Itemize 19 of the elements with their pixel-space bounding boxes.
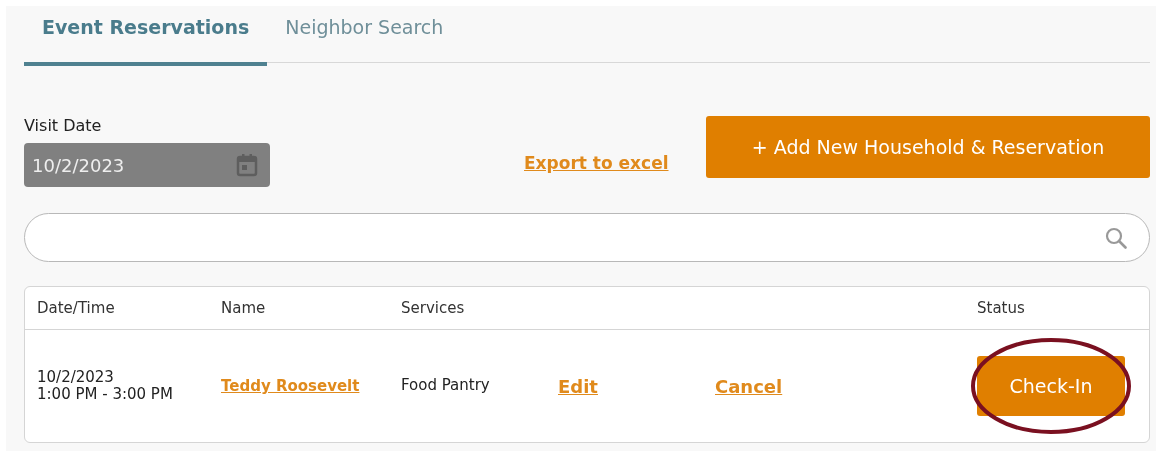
- check-in-button[interactable]: Check-In: [977, 356, 1125, 416]
- export-link[interactable]: Export to excel: [524, 153, 669, 173]
- search-icon: [1105, 226, 1127, 249]
- table-cell-text: 10/2/2023 1:00 PM - 3:00 PM: [37, 368, 174, 404]
- name-link[interactable]: Teddy Roosevelt: [221, 377, 360, 395]
- tab[interactable]: Event Reservations: [24, 6, 268, 66]
- cancel-link[interactable]: Cancel: [715, 375, 783, 397]
- table-cell-text: Food Pantry: [401, 377, 491, 395]
- column-header: Status: [977, 299, 1026, 317]
- date-field[interactable]: 10/2/2023: [24, 143, 270, 187]
- column-header: Date/Time: [37, 299, 116, 317]
- add-household-button[interactable]: + Add New Household & Reservation: [706, 116, 1150, 178]
- column-header: Name: [221, 299, 267, 317]
- edit-link[interactable]: Edit: [558, 375, 598, 397]
- calendar-icon: [236, 153, 258, 177]
- column-header: Services: [401, 299, 466, 317]
- search-field[interactable]: [24, 213, 1150, 262]
- tab[interactable]: Neighbor Search: [267, 6, 462, 66]
- field-label: Visit Date: [24, 116, 103, 135]
